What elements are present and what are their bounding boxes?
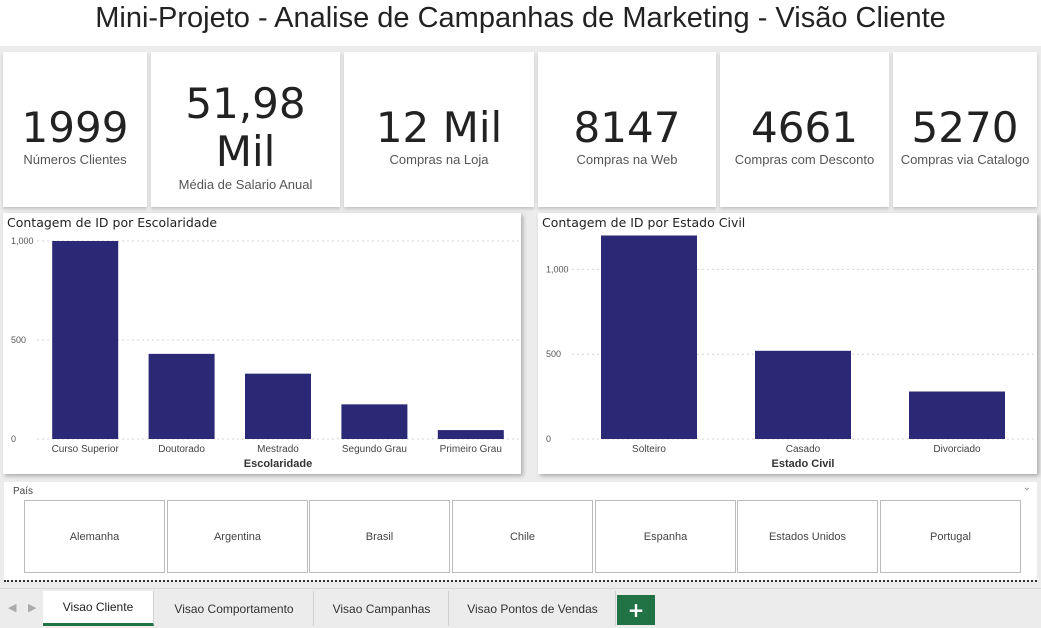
kpi-label: Compras via Catalogo — [900, 152, 1030, 167]
slicer-item-espanha[interactable]: Espanha — [595, 500, 736, 573]
kpi-label: Compras na Web — [576, 152, 678, 167]
slicer-item-portugal[interactable]: Portugal — [880, 500, 1021, 573]
x-axis-label: Estado Civil — [772, 458, 835, 470]
slicer-item-brasil[interactable]: Brasil — [309, 500, 450, 573]
kpi-card-catalogo: 5270 Compras via Catalogo — [893, 52, 1037, 207]
chart-card-estado-civil[interactable]: Contagem de ID por Estado Civil 0 500 1,00… — [538, 213, 1037, 474]
slicer-title: País — [13, 486, 34, 497]
y-tick-label: 500 — [11, 335, 26, 345]
x-tick-label: Segundo Grau — [342, 444, 407, 455]
y-tick-label: 500 — [546, 349, 561, 359]
kpi-card-clientes: 1999 Números Clientes — [3, 52, 147, 207]
kpi-card-salario: 51,98 Mil Média de Salario Anual — [151, 52, 340, 207]
x-tick-label: Curso Superior — [52, 444, 120, 455]
y-tick-label: 0 — [11, 434, 16, 444]
kpi-label: Compras com Desconto — [734, 152, 875, 167]
bar — [245, 373, 311, 439]
x-tick-label: Primeiro Grau — [440, 444, 502, 455]
y-tick-label: 1,000 — [11, 236, 34, 246]
y-tick-label: 0 — [546, 434, 551, 444]
chevron-down-icon[interactable]: ⌄ — [1023, 482, 1031, 493]
x-tick-label: Divorciado — [933, 444, 981, 455]
chart-escolaridade[interactable]: 0 500 1,000 Curso Superior Doutorado Mestrado… — [3, 213, 521, 474]
kpi-label: Média de Salario Anual — [178, 177, 313, 192]
chevron-right-icon[interactable]: ▶ — [28, 601, 36, 614]
bar — [52, 241, 119, 439]
y-tick-label: 1,000 — [546, 264, 569, 274]
x-axis-label: Escolaridade — [244, 458, 312, 470]
x-tick-label: Mestrado — [257, 444, 299, 455]
kpi-label: Compras na Loja — [389, 152, 489, 167]
page-title: Mini-Projeto - Analise de Campanhas de M… — [95, 2, 946, 34]
slicer-item-alemanha[interactable]: Alemanha — [24, 500, 165, 573]
slicer-item-estados-unidos[interactable]: Estados Unidos — [737, 500, 878, 573]
kpi-value: 1999 — [21, 103, 129, 152]
x-tick-label: Doutorado — [158, 444, 205, 455]
slicer-item-argentina[interactable]: Argentina — [167, 500, 308, 573]
chart-card-escolaridade[interactable]: Contagem de ID por Escolaridade 0 500 1,00… — [3, 213, 521, 474]
kpi-card-loja: 12 Mil Compras na Loja — [344, 52, 534, 207]
bar — [148, 353, 215, 439]
kpi-value-line1: 51,98 — [185, 79, 306, 128]
chevron-left-icon[interactable]: ◀ — [8, 601, 16, 614]
tab-visao-campanhas[interactable]: Visao Campanhas — [315, 591, 449, 626]
tab-visao-pontos-de-vendas[interactable]: Visao Pontos de Vendas — [450, 591, 616, 626]
kpi-value: 8147 — [573, 103, 681, 152]
bar — [755, 350, 851, 439]
bar — [341, 404, 408, 439]
kpi-label: Números Clientes — [23, 152, 127, 167]
bar — [601, 235, 697, 439]
kpi-value-line2: Mil — [215, 127, 276, 176]
kpi-card-web: 8147 Compras na Web — [538, 52, 716, 207]
x-tick-label: Solteiro — [632, 444, 666, 455]
bar — [437, 430, 504, 439]
report-header: Mini-Projeto - Analise de Campanhas de M… — [0, 0, 1041, 46]
chart-estado-civil[interactable]: 0 500 1,000 Solteiro Casado Divorciado Estado … — [538, 213, 1037, 474]
x-tick-label: Casado — [786, 444, 821, 455]
kpi-value: 5270 — [911, 103, 1019, 152]
tab-visao-cliente[interactable]: Visao Cliente — [43, 591, 154, 626]
bar — [909, 391, 1005, 439]
kpi-value: 12 Mil — [375, 103, 503, 152]
tab-visao-comportamento[interactable]: Visao Comportamento — [155, 591, 314, 626]
page-divider — [4, 580, 1037, 582]
add-page-button[interactable]: + — [617, 595, 655, 625]
kpi-card-desconto: 4661 Compras com Desconto — [720, 52, 889, 207]
country-slicer[interactable]: País ⌄ Alemanha Argentina Brasil Chile E… — [4, 482, 1037, 580]
page-tabs-bar: ◀ ▶ Visao Cliente Visao Comportamento Vi… — [0, 588, 1041, 628]
slicer-item-chile[interactable]: Chile — [452, 500, 593, 573]
kpi-value: 4661 — [751, 103, 858, 152]
